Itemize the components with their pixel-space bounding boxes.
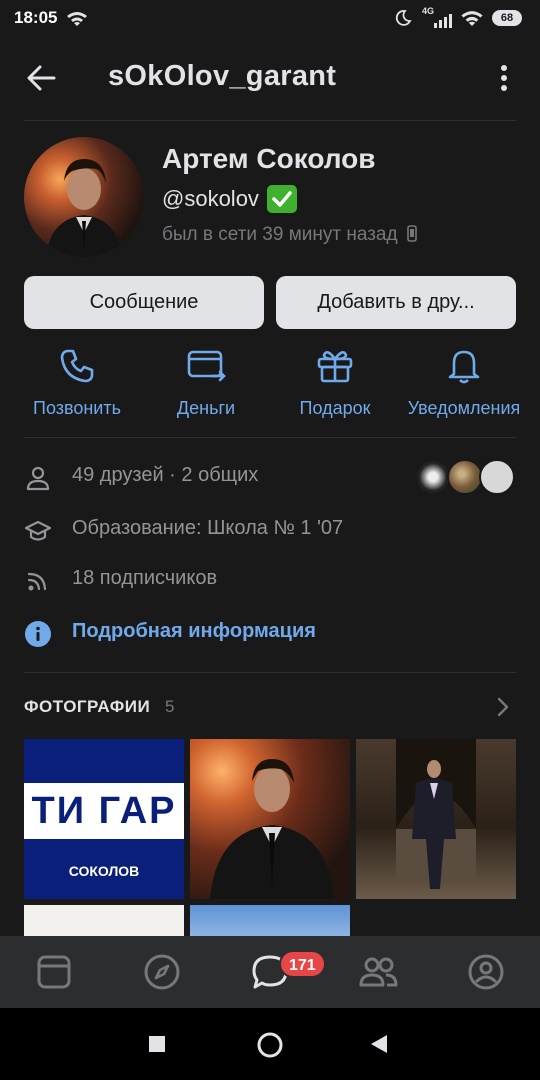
- phone-icon: [60, 349, 94, 383]
- details-link-text: Подробная информация: [72, 620, 316, 642]
- do-not-disturb-moon-icon: [395, 10, 412, 26]
- info-icon: [25, 621, 51, 647]
- money-icon: [187, 350, 226, 382]
- last-seen-text: был в сети 39 минут назад: [162, 224, 398, 245]
- friend-avatar[interactable]: [479, 459, 515, 495]
- photos-count: 5: [165, 697, 175, 716]
- signal-icon: [434, 14, 452, 28]
- profile-icon[interactable]: [466, 952, 506, 992]
- friend-avatar[interactable]: [447, 459, 483, 495]
- education-row: Образование: Школа № 1 '07: [24, 509, 516, 549]
- top-header: sOkOlov_garant: [0, 36, 540, 120]
- bell-icon: [448, 350, 480, 384]
- user-icon: [26, 466, 50, 491]
- followers-count: 18 подписчиков: [72, 567, 218, 589]
- home-circle-icon[interactable]: [256, 1031, 284, 1059]
- friend-avatar[interactable]: [415, 459, 451, 495]
- profile-name: Артем Соколов: [162, 143, 376, 174]
- profile-handle: @sokolov: [162, 186, 259, 211]
- graduation-cap-icon: [24, 520, 52, 541]
- followers-row[interactable]: 18 подписчиков: [24, 559, 516, 599]
- back-triangle-icon[interactable]: [370, 1034, 388, 1054]
- system-nav-bar: [0, 1008, 540, 1080]
- poster-text: ТИ ГАР: [24, 783, 184, 839]
- notifications-label: Уведомления: [407, 398, 521, 418]
- last-seen-status: был в сети 39 минут назад: [162, 224, 417, 246]
- photo-thumbnail[interactable]: [356, 739, 516, 899]
- news-feed-icon[interactable]: [34, 952, 74, 992]
- wifi-icon-2: [461, 11, 483, 26]
- add-friend-button[interactable]: Добавить в дру...: [276, 276, 516, 329]
- friends-icon[interactable]: [358, 952, 398, 992]
- wifi-icon: [67, 12, 87, 26]
- status-time: 18:05: [14, 8, 58, 27]
- gift-action[interactable]: Подарок: [270, 346, 400, 426]
- bottom-tab-bar: [0, 936, 540, 1008]
- photo-thumbnail[interactable]: ТИ ГАР СОКОЛОВ: [24, 739, 184, 899]
- call-action[interactable]: Позвонить: [12, 346, 142, 426]
- friends-count: 49 друзей · 2 общих: [72, 464, 259, 486]
- rss-icon: [27, 572, 47, 591]
- messages-badge: 171: [279, 950, 326, 978]
- chevron-right-icon[interactable]: [496, 697, 510, 717]
- money-action[interactable]: Деньги: [141, 346, 271, 426]
- info-divider: [24, 672, 516, 673]
- compass-icon[interactable]: [142, 952, 182, 992]
- recents-square-icon[interactable]: [148, 1035, 166, 1053]
- gift-label: Подарок: [299, 398, 371, 418]
- header-divider: [24, 120, 516, 121]
- status-bar: 18:05 4G 68: [0, 0, 540, 36]
- mobile-phone-icon: [407, 225, 417, 242]
- gift-icon: [317, 350, 353, 383]
- page-title: sOkOlov_garant: [108, 60, 337, 92]
- education-text: Образование: Школа № 1 '07: [72, 517, 344, 539]
- actions-divider: [24, 437, 516, 438]
- photo-thumbnail[interactable]: [190, 739, 350, 899]
- money-label: Деньги: [176, 398, 236, 418]
- notifications-action[interactable]: Уведомления: [399, 346, 529, 426]
- verified-check-icon: [267, 185, 297, 213]
- back-arrow-icon[interactable]: [26, 64, 56, 92]
- message-button[interactable]: Сообщение: [24, 276, 264, 329]
- details-link[interactable]: Подробная информация: [24, 612, 516, 652]
- more-options-icon[interactable]: [498, 64, 510, 92]
- call-label: Позвонить: [33, 398, 121, 418]
- profile-avatar[interactable]: [24, 137, 144, 257]
- battery-indicator: 68: [492, 10, 522, 26]
- photos-section-title[interactable]: ФОТОГРАФИИ: [24, 697, 150, 717]
- poster-caption: СОКОЛОВ: [68, 863, 140, 879]
